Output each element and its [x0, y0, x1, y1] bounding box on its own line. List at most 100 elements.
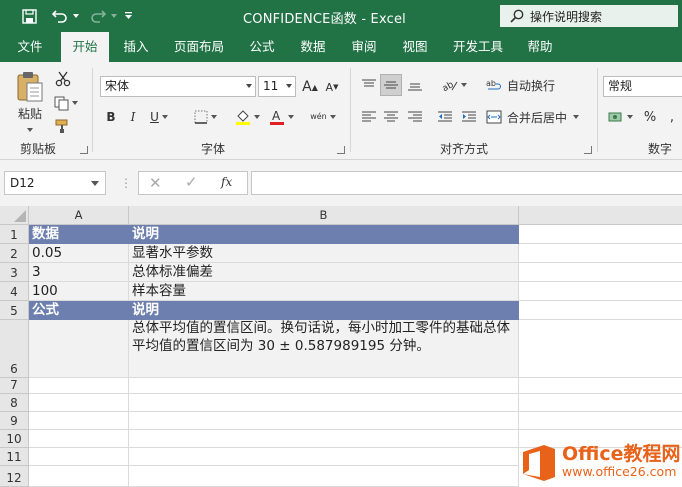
- borders-button[interactable]: [190, 106, 220, 128]
- grow-font-button[interactable]: A ▲: [300, 76, 320, 98]
- cell-c2[interactable]: [519, 244, 682, 263]
- row-header[interactable]: 10: [0, 430, 29, 448]
- shrink-font-button[interactable]: A ▼: [322, 76, 342, 98]
- paste-button[interactable]: 粘贴: [12, 68, 48, 134]
- cell-b9[interactable]: [129, 412, 519, 430]
- redo-dropdown-icon[interactable]: [110, 7, 118, 25]
- enter-icon[interactable]: ✓: [185, 173, 198, 191]
- cell-b8[interactable]: [129, 394, 519, 412]
- align-left-button[interactable]: [358, 106, 380, 128]
- cell-b1[interactable]: 说明: [129, 225, 519, 244]
- cell-b7[interactable]: [129, 378, 519, 394]
- format-painter-button[interactable]: [52, 115, 74, 137]
- redo-icon[interactable]: [86, 7, 110, 25]
- drag-handle-icon[interactable]: ⋮: [120, 176, 132, 190]
- cell-b5[interactable]: 说明: [129, 301, 519, 320]
- tab-view[interactable]: 视图: [395, 32, 435, 62]
- tab-data[interactable]: 数据: [293, 32, 333, 62]
- cell-a11[interactable]: [29, 448, 129, 466]
- name-box[interactable]: D12: [4, 171, 106, 195]
- cell-c6[interactable]: [519, 320, 682, 378]
- increase-indent-button[interactable]: [458, 106, 480, 128]
- cell-a3[interactable]: 3: [29, 263, 129, 282]
- tell-me-search[interactable]: 操作说明搜索: [500, 5, 678, 27]
- fill-color-button[interactable]: [232, 106, 262, 128]
- cell-a6[interactable]: [29, 320, 129, 378]
- cell-c4[interactable]: [519, 282, 682, 301]
- row-header[interactable]: 3: [0, 263, 29, 282]
- tab-review[interactable]: 审阅: [344, 32, 384, 62]
- tab-help[interactable]: 帮助: [520, 32, 560, 62]
- align-top-button[interactable]: [358, 74, 380, 96]
- row-header[interactable]: 9: [0, 412, 29, 430]
- cell-b12[interactable]: [129, 466, 519, 487]
- bold-button[interactable]: B: [102, 106, 120, 128]
- clipboard-launcher-icon[interactable]: [80, 146, 88, 154]
- insert-function-icon[interactable]: fx: [221, 175, 232, 189]
- cell-c7[interactable]: [519, 378, 682, 394]
- number-format-combo[interactable]: 常规: [603, 76, 682, 97]
- tab-insert[interactable]: 插入: [115, 32, 157, 62]
- row-header[interactable]: 4: [0, 282, 29, 301]
- cell-a1[interactable]: 数据: [29, 225, 129, 244]
- row-header[interactable]: 5: [0, 301, 29, 320]
- decrease-indent-button[interactable]: [434, 106, 456, 128]
- tab-formulas[interactable]: 公式: [242, 32, 282, 62]
- cell-c5[interactable]: [519, 301, 682, 320]
- undo-dropdown-icon[interactable]: [72, 7, 80, 25]
- cell-a12[interactable]: [29, 466, 129, 487]
- select-all-corner[interactable]: [0, 206, 29, 225]
- align-center-button[interactable]: [380, 106, 402, 128]
- cell-a5[interactable]: 公式: [29, 301, 129, 320]
- italic-button[interactable]: I: [124, 106, 142, 128]
- cell-c8[interactable]: [519, 394, 682, 412]
- cell-b2[interactable]: 显著水平参数: [129, 244, 519, 263]
- cell-b10[interactable]: [129, 430, 519, 448]
- cell-c9[interactable]: [519, 412, 682, 430]
- tab-developer[interactable]: 开发工具: [446, 32, 510, 62]
- percent-style-button[interactable]: %: [640, 106, 660, 128]
- tab-home[interactable]: 开始: [61, 32, 109, 62]
- column-header-b[interactable]: B: [129, 206, 519, 225]
- cell-a10[interactable]: [29, 430, 129, 448]
- font-size-combo[interactable]: 11: [258, 76, 296, 97]
- column-header-c[interactable]: [519, 206, 682, 225]
- row-header[interactable]: 8: [0, 394, 29, 412]
- copy-button[interactable]: [52, 92, 80, 114]
- tab-file[interactable]: 文件: [10, 32, 50, 62]
- row-header[interactable]: 11: [0, 448, 29, 466]
- align-right-button[interactable]: [404, 106, 426, 128]
- row-header[interactable]: 7: [0, 378, 29, 394]
- orientation-button[interactable]: ab: [436, 74, 472, 96]
- save-icon[interactable]: [20, 7, 38, 25]
- font-color-button[interactable]: A: [266, 106, 296, 128]
- cancel-icon[interactable]: ✕: [149, 174, 162, 192]
- align-middle-button[interactable]: [380, 74, 402, 96]
- cell-a2[interactable]: 0.05: [29, 244, 129, 263]
- cell-b3[interactable]: 总体标准偏差: [129, 263, 519, 282]
- comma-style-button[interactable]: ,: [662, 106, 682, 128]
- cell-b11[interactable]: [129, 448, 519, 466]
- row-header[interactable]: 2: [0, 244, 29, 263]
- customize-qat-icon[interactable]: [122, 7, 134, 25]
- cut-button[interactable]: [52, 68, 74, 90]
- cell-b4[interactable]: 样本容量: [129, 282, 519, 301]
- phonetic-button[interactable]: wén: [308, 106, 338, 128]
- row-header[interactable]: 1: [0, 225, 29, 244]
- cell-a4[interactable]: 100: [29, 282, 129, 301]
- underline-button[interactable]: U: [146, 106, 172, 128]
- font-name-combo[interactable]: 宋体: [100, 76, 256, 97]
- merge-center-button[interactable]: 合并后居中: [486, 106, 586, 128]
- cell-b6[interactable]: 总体平均值的置信区间。换句话说，每小时加工零件的基础总体平均值的置信区间为 30…: [129, 320, 519, 378]
- row-header[interactable]: 12: [0, 466, 29, 487]
- cell-a7[interactable]: [29, 378, 129, 394]
- alignment-launcher-icon[interactable]: [584, 146, 592, 154]
- column-header-a[interactable]: A: [29, 206, 129, 225]
- wrap-text-button[interactable]: ab 自动换行: [486, 74, 560, 96]
- undo-icon[interactable]: [48, 7, 72, 25]
- cell-c1[interactable]: [519, 225, 682, 244]
- cell-a8[interactable]: [29, 394, 129, 412]
- cell-a9[interactable]: [29, 412, 129, 430]
- accounting-format-button[interactable]: [604, 106, 636, 128]
- cell-c3[interactable]: [519, 263, 682, 282]
